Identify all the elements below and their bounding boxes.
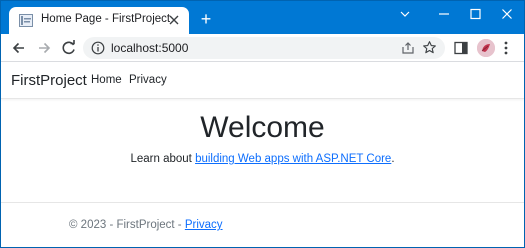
new-tab-button[interactable]: +: [198, 10, 214, 28]
window-close-icon[interactable]: [495, 5, 519, 23]
share-icon[interactable]: [401, 41, 415, 55]
nav-link-privacy[interactable]: Privacy: [129, 74, 167, 86]
learn-prefix: Learn about: [130, 153, 196, 165]
minimize-icon[interactable]: [432, 5, 456, 23]
arrow-left-icon[interactable]: [9, 38, 29, 58]
address-bar[interactable]: localhost:5000: [83, 37, 445, 59]
maximize-icon[interactable]: [463, 5, 487, 23]
nav-link-home[interactable]: Home: [91, 74, 122, 86]
footer-copyright: © 2023 - FirstProject -: [69, 219, 185, 231]
close-icon[interactable]: [167, 13, 181, 27]
learn-paragraph: Learn about building Web apps with ASP.N…: [1, 153, 524, 165]
site-footer: © 2023 - FirstProject - Privacy: [1, 202, 524, 247]
profile-avatar-icon[interactable]: [477, 39, 495, 57]
chevron-down-icon[interactable]: [393, 5, 417, 23]
site-brand[interactable]: FirstProject: [11, 72, 87, 89]
kebab-menu-icon[interactable]: [503, 40, 509, 56]
browser-toolbar: localhost:5000: [1, 34, 524, 62]
url-text[interactable]: localhost:5000: [111, 41, 188, 55]
aspnet-docs-link[interactable]: building Web apps with ASP.NET Core: [195, 153, 391, 165]
tab-title: Home Page - FirstProject: [41, 13, 171, 25]
footer-privacy-link[interactable]: Privacy: [185, 219, 223, 231]
learn-suffix: .: [391, 153, 395, 165]
arrow-right-icon[interactable]: [34, 38, 54, 58]
active-tab[interactable]: Home Page - FirstProject: [9, 7, 189, 34]
footer-text: © 2023 - FirstProject - Privacy: [69, 219, 223, 231]
side-panel-icon[interactable]: [454, 41, 468, 55]
info-icon[interactable]: [91, 41, 105, 55]
title-bar: Home Page - FirstProject +: [1, 1, 524, 34]
page-favicon-icon: [19, 14, 33, 27]
welcome-heading: Welcome: [200, 111, 325, 144]
star-icon[interactable]: [422, 40, 437, 55]
site-navbar: FirstProject Home Privacy: [1, 62, 524, 99]
browser-window: Home Page - FirstProject + localhost:500…: [0, 0, 525, 248]
reload-icon[interactable]: [59, 38, 79, 58]
